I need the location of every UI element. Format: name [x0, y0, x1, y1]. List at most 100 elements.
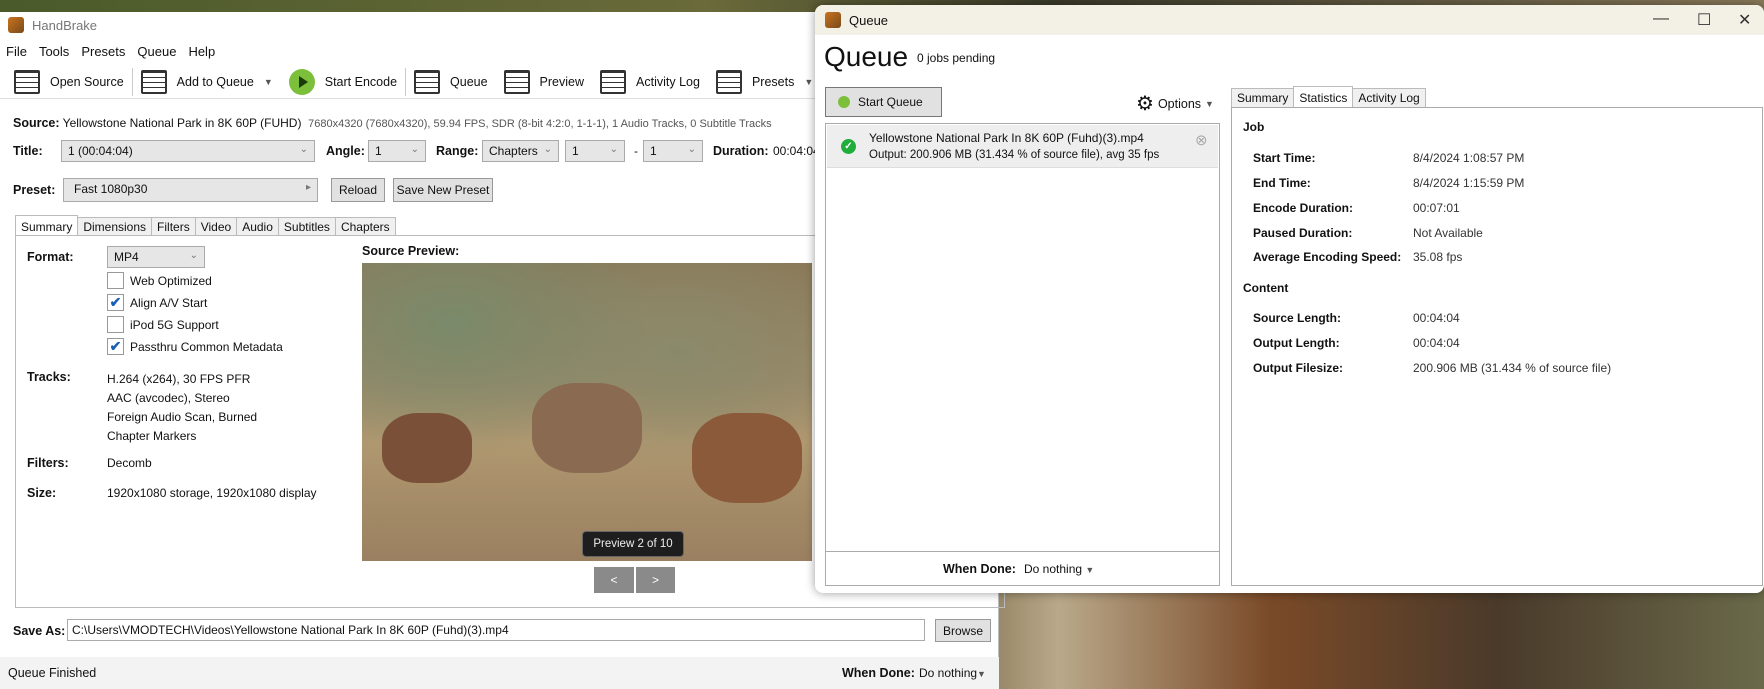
when-done-select[interactable]: Do nothing ▼ — [1024, 562, 1094, 576]
activity-log-button[interactable]: Activity Log — [592, 67, 708, 97]
save-as-input[interactable]: C:\Users\VMODTECH\Videos\Yellowstone Nat… — [67, 619, 925, 641]
chevron-down-icon: ⌄ — [299, 144, 308, 155]
source-info: Source: Yellowstone National Park in 8K … — [13, 116, 772, 130]
size-value: 1920x1080 storage, 1920x1080 display — [107, 486, 317, 500]
title-select[interactable]: 1 (00:04:04) ⌄ — [61, 140, 315, 162]
chevron-down-icon: ▼ — [977, 669, 986, 679]
settings-tabs: Summary Dimensions Filters Video Audio S… — [15, 215, 396, 236]
start-time-value: 8/4/2024 1:08:57 PM — [1413, 151, 1525, 165]
presets-button[interactable]: Presets ▼ — [708, 67, 821, 97]
range-start-select[interactable]: 1 ⌄ — [565, 140, 625, 162]
when-done-value: Do nothing — [1024, 562, 1083, 576]
start-encode-label: Start Encode — [324, 74, 398, 89]
tracks-label: Tracks: — [27, 370, 71, 384]
range-type-value: Chapters — [489, 144, 538, 158]
ipod-5g-support-checkbox[interactable]: iPod 5G Support — [107, 316, 219, 333]
queue-button[interactable]: Queue — [406, 67, 496, 97]
open-source-button[interactable]: Open Source — [6, 67, 132, 97]
source-length-label: Source Length: — [1253, 311, 1342, 325]
queue-window-title: Queue — [849, 12, 889, 28]
chevron-down-icon[interactable]: ▼ — [264, 77, 273, 87]
option-label: Align A/V Start — [130, 295, 208, 310]
align-av-start-checkbox[interactable]: ✔ Align A/V Start — [107, 294, 207, 311]
duration-label: Duration: — [713, 144, 769, 158]
tab-statistics[interactable]: Statistics — [1293, 86, 1354, 107]
maximize-icon[interactable]: ☐ — [1697, 10, 1711, 30]
range-end-select[interactable]: 1 ⌄ — [643, 140, 703, 162]
source-length-value: 00:04:04 — [1413, 311, 1460, 325]
next-preview-button[interactable]: > — [636, 567, 675, 593]
tracks-list: H.264 (x264), 30 FPS PFR AAC (avcodec), … — [107, 370, 257, 446]
track-item: Foreign Audio Scan, Burned — [107, 410, 258, 424]
save-new-preset-button[interactable]: Save New Preset — [393, 178, 493, 202]
tab-filters[interactable]: Filters — [151, 217, 196, 236]
queue-job-item[interactable]: ✓ Yellowstone National Park In 8K 60P (F… — [827, 125, 1218, 168]
encode-duration-label: Encode Duration: — [1253, 201, 1354, 215]
filters-value: Decomb — [107, 456, 152, 470]
format-value: MP4 — [114, 250, 139, 264]
browse-button[interactable]: Browse — [935, 619, 991, 642]
job-section-heading: Job — [1243, 120, 1265, 134]
options-menu[interactable]: ⚙ Options ▼ — [1136, 94, 1214, 114]
option-label: Web Optimized — [130, 273, 212, 288]
preview-button[interactable]: Preview — [496, 67, 592, 97]
presets-icon — [715, 69, 742, 94]
options-label: Options — [1157, 97, 1202, 111]
tab-dimensions[interactable]: Dimensions — [77, 217, 153, 236]
tab-subtitles[interactable]: Subtitles — [277, 217, 336, 236]
angle-select[interactable]: 1 ⌄ — [368, 140, 426, 162]
start-queue-button[interactable]: Start Queue — [825, 87, 942, 117]
web-optimized-checkbox[interactable]: Web Optimized — [107, 272, 212, 289]
tab-summary[interactable]: Summary — [15, 215, 79, 236]
tab-summary[interactable]: Summary — [1231, 88, 1295, 107]
jobs-pending-count: 0 jobs pending — [917, 51, 996, 65]
tab-activity-log[interactable]: Activity Log — [1352, 88, 1426, 107]
job-output: Output: 200.906 MB (31.434 % of source f… — [869, 149, 1160, 161]
start-encode-button[interactable]: Start Encode — [281, 67, 405, 97]
format-select[interactable]: MP4 ⌄ — [107, 246, 205, 268]
menu-help[interactable]: Help — [188, 44, 215, 59]
when-done-select[interactable]: Do nothing▼ — [919, 666, 986, 680]
previous-preview-button[interactable]: < — [594, 567, 634, 593]
tab-video[interactable]: Video — [194, 217, 238, 236]
add-to-queue-label: Add to Queue — [176, 74, 254, 89]
elk-shape — [532, 383, 642, 473]
when-done-label: When Done: — [943, 562, 1016, 576]
passthru-metadata-checkbox[interactable]: ✔ Passthru Common Metadata — [107, 338, 283, 355]
handbrake-app-icon — [825, 12, 841, 28]
range-end-value: 1 — [650, 144, 657, 158]
minimize-icon[interactable]: — — [1653, 10, 1669, 28]
job-name: Yellowstone National Park In 8K 60P (Fuh… — [869, 131, 1144, 145]
handbrake-app-icon — [8, 17, 24, 33]
chevron-down-icon: ⌄ — [189, 250, 198, 261]
queue-label: Queue — [450, 74, 488, 89]
add-to-queue-button[interactable]: Add to Queue ▼ — [133, 67, 281, 97]
log-icon — [600, 69, 627, 94]
presets-label: Presets — [751, 74, 795, 89]
chevron-down-icon: ▼ — [1205, 99, 1214, 109]
preset-label: Preset: — [13, 183, 56, 197]
menu-file[interactable]: File — [6, 44, 27, 59]
option-label: Passthru Common Metadata — [130, 339, 283, 354]
preset-select[interactable]: Fast 1080p30 ▸ — [63, 178, 318, 202]
tab-chapters[interactable]: Chapters — [334, 217, 396, 236]
output-length-label: Output Length: — [1253, 336, 1340, 350]
paused-duration-label: Paused Duration: — [1253, 226, 1353, 240]
close-icon[interactable]: ✕ — [1738, 10, 1751, 30]
output-length-value: 00:04:04 — [1413, 336, 1460, 350]
menu-tools[interactable]: Tools — [39, 44, 69, 59]
checkmark-icon: ✔ — [107, 294, 124, 311]
when-done-label: When Done: — [842, 666, 915, 680]
checkbox-icon — [107, 272, 124, 289]
range-type-select[interactable]: Chapters ⌄ — [482, 140, 559, 162]
remove-job-icon[interactable]: ⊗ — [1195, 131, 1208, 149]
range-label: Range: — [436, 144, 479, 158]
duration-value: 00:04:04 — [773, 144, 820, 158]
tab-audio[interactable]: Audio — [236, 217, 279, 236]
menu-presets[interactable]: Presets — [81, 44, 125, 59]
menu-queue[interactable]: Queue — [137, 44, 176, 59]
reload-button[interactable]: Reload — [331, 178, 385, 202]
filters-label: Filters: — [27, 456, 69, 470]
angle-label: Angle: — [326, 144, 365, 158]
clapperboard-icon — [14, 69, 40, 94]
